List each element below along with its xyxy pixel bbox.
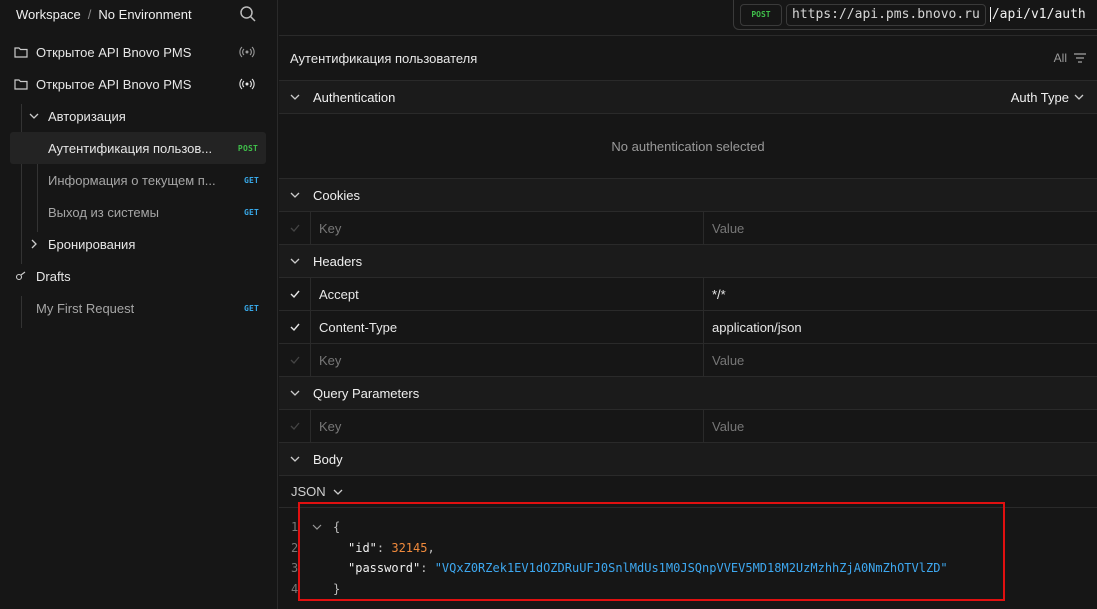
query-row-empty: Key Value xyxy=(279,410,1097,443)
section-query-parameters[interactable]: Query Parameters xyxy=(279,377,1097,410)
folder-icon xyxy=(14,47,28,58)
chevron-down-icon xyxy=(29,113,39,119)
chevron-down-icon xyxy=(290,258,300,264)
cookie-key-input[interactable]: Key xyxy=(311,212,704,244)
header-value-input[interactable]: */* xyxy=(704,278,1097,310)
sidebar-item-collection-1[interactable]: Открытое API Bnovo PMS xyxy=(0,36,277,68)
sidebar-item-label: Выход из системы xyxy=(48,204,159,220)
check-icon xyxy=(290,323,300,332)
sidebar-item-request-first[interactable]: My First Request GET xyxy=(0,292,277,324)
cookie-value-input[interactable]: Value xyxy=(704,212,1097,244)
request-editor: POST https://api.pms.bnovo.ru /api/v1/au… xyxy=(279,0,1097,609)
section-headers[interactable]: Headers xyxy=(279,245,1097,278)
method-badge: GET xyxy=(243,207,259,217)
section-body[interactable]: Body xyxy=(279,443,1097,476)
row-checkbox[interactable] xyxy=(279,311,311,343)
section-title: Body xyxy=(313,451,343,467)
sidebar-item-folder-auth[interactable]: Авторизация xyxy=(0,100,277,132)
sidebar-item-collection-2[interactable]: Открытое API Bnovo PMS xyxy=(0,68,277,100)
chevron-down-icon xyxy=(290,94,300,100)
section-cookies[interactable]: Cookies xyxy=(279,179,1097,212)
section-title: Query Parameters xyxy=(313,385,420,401)
row-checkbox[interactable] xyxy=(279,212,311,244)
chevron-down-icon xyxy=(333,489,343,495)
header-row: Accept */* xyxy=(279,278,1097,311)
filter-dropdown[interactable]: All xyxy=(1054,51,1087,65)
header-key-input[interactable]: Key xyxy=(311,344,704,376)
chevron-right-icon xyxy=(31,239,37,249)
search-icon[interactable] xyxy=(239,5,257,23)
sidebar-item-request-me[interactable]: Информация о текущем п... GET xyxy=(0,164,277,196)
cookie-row-empty: Key Value xyxy=(279,212,1097,245)
filter-label: All xyxy=(1053,51,1067,65)
workspace-title[interactable]: Workspace xyxy=(16,7,81,22)
sidebar-item-label: Авторизация xyxy=(48,108,126,124)
sidebar-item-request-logout[interactable]: Выход из системы GET xyxy=(0,196,277,228)
header-key-input[interactable]: Content-Type xyxy=(311,311,704,343)
auth-empty-state: No authentication selected xyxy=(279,114,1097,179)
collection-tree: Открытое API Bnovo PMS Открытое API Bnov… xyxy=(0,36,277,328)
header-value-input[interactable]: Value xyxy=(704,344,1097,376)
url-bar: POST https://api.pms.bnovo.ru /api/v1/au… xyxy=(279,0,1097,36)
check-icon xyxy=(290,422,299,430)
method-selector[interactable]: POST xyxy=(740,3,782,26)
section-title: Headers xyxy=(313,253,363,269)
method-badge: POST xyxy=(237,143,258,153)
environment-selector[interactable]: No Environment xyxy=(98,7,191,22)
chevron-down-icon xyxy=(290,456,300,462)
filter-icon xyxy=(1074,53,1086,63)
broadcast-icon xyxy=(239,78,255,90)
highlight-box xyxy=(298,502,1005,601)
request-title-row: Аутентификация пользователя All xyxy=(279,36,1097,81)
sidebar-item-request-auth[interactable]: Аутентификация пользов... POST xyxy=(10,132,266,164)
body-format-label: JSON xyxy=(291,484,326,499)
sidebar-item-label: Открытое API Bnovo PMS xyxy=(36,44,192,60)
sidebar-item-label: Аутентификация пользов... xyxy=(48,140,213,156)
method-badge: GET xyxy=(243,175,259,185)
header-key-input[interactable]: Accept xyxy=(311,278,704,310)
url-path-input[interactable]: /api/v1/auth xyxy=(989,7,1086,22)
url-box: POST https://api.pms.bnovo.ru /api/v1/au… xyxy=(733,0,1097,30)
row-checkbox[interactable] xyxy=(279,410,311,442)
row-checkbox[interactable] xyxy=(279,278,311,310)
section-title: Authentication xyxy=(313,89,396,105)
header-row-empty: Key Value xyxy=(279,344,1097,377)
sidebar-item-label: Drafts xyxy=(36,268,71,284)
sidebar: Workspace / No Environment Открытое API … xyxy=(0,0,278,609)
auth-type-label: Auth Type xyxy=(1010,89,1069,105)
query-value-input[interactable]: Value xyxy=(704,410,1097,442)
folder-icon xyxy=(14,79,28,90)
check-icon xyxy=(290,356,299,364)
sidebar-item-label: My First Request xyxy=(36,300,135,316)
sidebar-item-label: Информация о текущем п... xyxy=(48,172,216,188)
sidebar-item-label: Бронирования xyxy=(48,236,136,252)
header-row: Content-Type application/json xyxy=(279,311,1097,344)
chevron-down-icon xyxy=(290,390,300,396)
chevron-down-icon xyxy=(1074,94,1084,100)
row-checkbox[interactable] xyxy=(279,344,311,376)
method-badge: GET xyxy=(243,303,259,313)
section-title: Cookies xyxy=(313,187,360,203)
auth-type-dropdown[interactable]: Auth Type xyxy=(1011,90,1085,105)
section-authentication[interactable]: Authentication Auth Type xyxy=(279,81,1097,114)
query-key-input[interactable]: Key xyxy=(311,410,704,442)
sidebar-item-label: Открытое API Bnovo PMS xyxy=(36,76,192,92)
chevron-down-icon xyxy=(290,192,300,198)
drafts-icon xyxy=(15,271,26,281)
header-value-input[interactable]: application/json xyxy=(704,311,1097,343)
broadcast-icon xyxy=(239,46,255,58)
base-url-variable[interactable]: https://api.pms.bnovo.ru xyxy=(786,3,986,26)
check-icon xyxy=(290,224,299,232)
sidebar-item-drafts[interactable]: Drafts xyxy=(0,260,277,292)
workspace-separator: / xyxy=(87,6,92,22)
request-title[interactable]: Аутентификация пользователя xyxy=(290,51,477,66)
check-icon xyxy=(290,290,300,299)
sidebar-item-folder-bookings[interactable]: Бронирования xyxy=(0,228,277,260)
workspace-header: Workspace / No Environment xyxy=(0,0,277,28)
